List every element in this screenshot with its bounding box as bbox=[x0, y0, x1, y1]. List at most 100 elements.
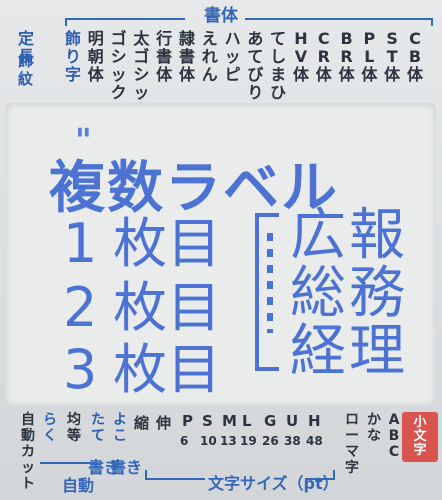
font-mode-9[interactable]: てしまひ bbox=[267, 30, 289, 102]
font-mode-12[interactable]: BR体 bbox=[336, 30, 358, 84]
char: C bbox=[317, 29, 330, 48]
char: ピ bbox=[224, 65, 241, 84]
char: ゴ bbox=[133, 47, 150, 66]
char: T bbox=[386, 47, 398, 66]
size-option-7[interactable]: U bbox=[286, 412, 298, 430]
char: 経 bbox=[290, 319, 346, 384]
char: 務 bbox=[349, 261, 405, 326]
size-pt-8: 48 bbox=[306, 434, 323, 448]
mode-label-decor[interactable]: 飾紋 bbox=[18, 52, 40, 88]
header-rule-right bbox=[245, 18, 433, 20]
header-rule-left bbox=[65, 18, 185, 20]
char: ー bbox=[345, 428, 359, 444]
char: よ bbox=[113, 412, 127, 428]
font-mode-0[interactable]: 飾り字 bbox=[62, 30, 84, 84]
size-pt-2: 6 bbox=[180, 434, 189, 448]
char: B bbox=[340, 29, 353, 48]
char: B bbox=[388, 428, 400, 444]
char: 飾 bbox=[64, 29, 81, 48]
char: 字 bbox=[345, 460, 359, 476]
char: 朝 bbox=[87, 47, 104, 66]
bottom-mode-3[interactable]: たて bbox=[88, 412, 108, 444]
size-option-3[interactable]: S bbox=[202, 412, 213, 430]
char: え bbox=[201, 29, 218, 48]
char: ま bbox=[270, 65, 287, 84]
char: 自 bbox=[21, 412, 35, 428]
char: ッ bbox=[21, 460, 35, 476]
kana-mode[interactable]: か な bbox=[364, 412, 384, 444]
size-pt-3: 10 bbox=[200, 434, 217, 448]
char: C bbox=[409, 29, 421, 48]
bottom-mode-4[interactable]: よこ bbox=[110, 412, 130, 444]
char: マ bbox=[345, 444, 359, 460]
roman-mode[interactable]: ロ ー マ 字 bbox=[342, 412, 362, 476]
size-option-0[interactable]: 縮 bbox=[134, 412, 149, 433]
font-mode-2[interactable]: ゴシック bbox=[108, 30, 130, 102]
char: P bbox=[363, 29, 376, 48]
char: 体 bbox=[178, 65, 195, 84]
bottom-mode-1[interactable]: らく bbox=[40, 412, 60, 444]
char: ッ bbox=[224, 47, 241, 66]
char: あ bbox=[247, 29, 264, 48]
char: ッ bbox=[110, 65, 127, 84]
size-option-5[interactable]: L bbox=[242, 412, 252, 430]
font-mode-8[interactable]: あてびり bbox=[244, 30, 266, 102]
char: ゴ bbox=[110, 29, 127, 48]
size-option-2[interactable]: P bbox=[182, 412, 193, 430]
char: R bbox=[340, 47, 353, 66]
char: 等 bbox=[67, 428, 81, 444]
size-tick-left bbox=[145, 470, 147, 480]
font-mode-6[interactable]: えれん bbox=[199, 30, 221, 84]
char: 体 bbox=[87, 65, 104, 84]
char: ひ bbox=[270, 83, 287, 102]
lcd-column-b: 報 務 理 bbox=[349, 207, 405, 381]
char: 明 bbox=[87, 29, 104, 48]
char: 文 bbox=[413, 429, 427, 444]
char: 報 bbox=[349, 203, 405, 268]
char: 太 bbox=[133, 29, 150, 48]
font-mode-15[interactable]: CB体 bbox=[404, 30, 426, 84]
char: 字 bbox=[413, 443, 427, 458]
lowercase-indicator[interactable]: 小 文 字 bbox=[402, 412, 438, 462]
font-mode-5[interactable]: 隷書体 bbox=[176, 30, 198, 84]
font-mode-11[interactable]: CR体 bbox=[313, 30, 335, 84]
char: て bbox=[247, 47, 264, 66]
bottom-mode-0[interactable]: 自動カット bbox=[18, 412, 38, 492]
char: 体 bbox=[406, 65, 423, 84]
char: 書 bbox=[156, 47, 173, 66]
char: し bbox=[270, 47, 287, 66]
bottom-mode-2[interactable]: 均等 bbox=[64, 412, 84, 444]
char: V bbox=[294, 47, 308, 66]
abc-mode[interactable]: A B C bbox=[384, 412, 404, 460]
char: 字 bbox=[64, 65, 81, 84]
size-rule-left bbox=[145, 478, 205, 480]
char: び bbox=[247, 65, 264, 84]
size-option-4[interactable]: M bbox=[222, 412, 237, 430]
font-mode-13[interactable]: PL体 bbox=[358, 30, 380, 84]
lcd-column-a: 広 総 経 bbox=[290, 207, 346, 381]
char: て bbox=[91, 428, 105, 444]
yoko-caption: 書き bbox=[110, 458, 143, 477]
char: 理 bbox=[349, 319, 405, 384]
font-mode-1[interactable]: 明朝体 bbox=[85, 30, 107, 84]
size-option-8[interactable]: H bbox=[308, 412, 321, 430]
char: 広 bbox=[290, 203, 346, 268]
char: り bbox=[64, 47, 81, 66]
size-pt-5: 19 bbox=[240, 434, 257, 448]
lcd-bracket-mark bbox=[267, 233, 273, 333]
font-mode-4[interactable]: 行書体 bbox=[153, 30, 175, 84]
font-mode-10[interactable]: HV体 bbox=[290, 30, 312, 84]
char: こ bbox=[113, 428, 127, 444]
size-option-6[interactable]: G bbox=[264, 412, 276, 430]
char: 均 bbox=[67, 412, 81, 428]
char: な bbox=[367, 428, 381, 444]
font-mode-14[interactable]: ST体 bbox=[381, 30, 403, 84]
char: く bbox=[43, 428, 57, 444]
size-option-1[interactable]: 伸 bbox=[156, 412, 171, 433]
char: 動 bbox=[21, 428, 35, 444]
char: り bbox=[247, 83, 264, 102]
char: た bbox=[91, 412, 105, 428]
char: 総 bbox=[290, 261, 346, 326]
font-mode-7[interactable]: ハッピ bbox=[222, 30, 244, 84]
char: 体 bbox=[384, 65, 401, 84]
